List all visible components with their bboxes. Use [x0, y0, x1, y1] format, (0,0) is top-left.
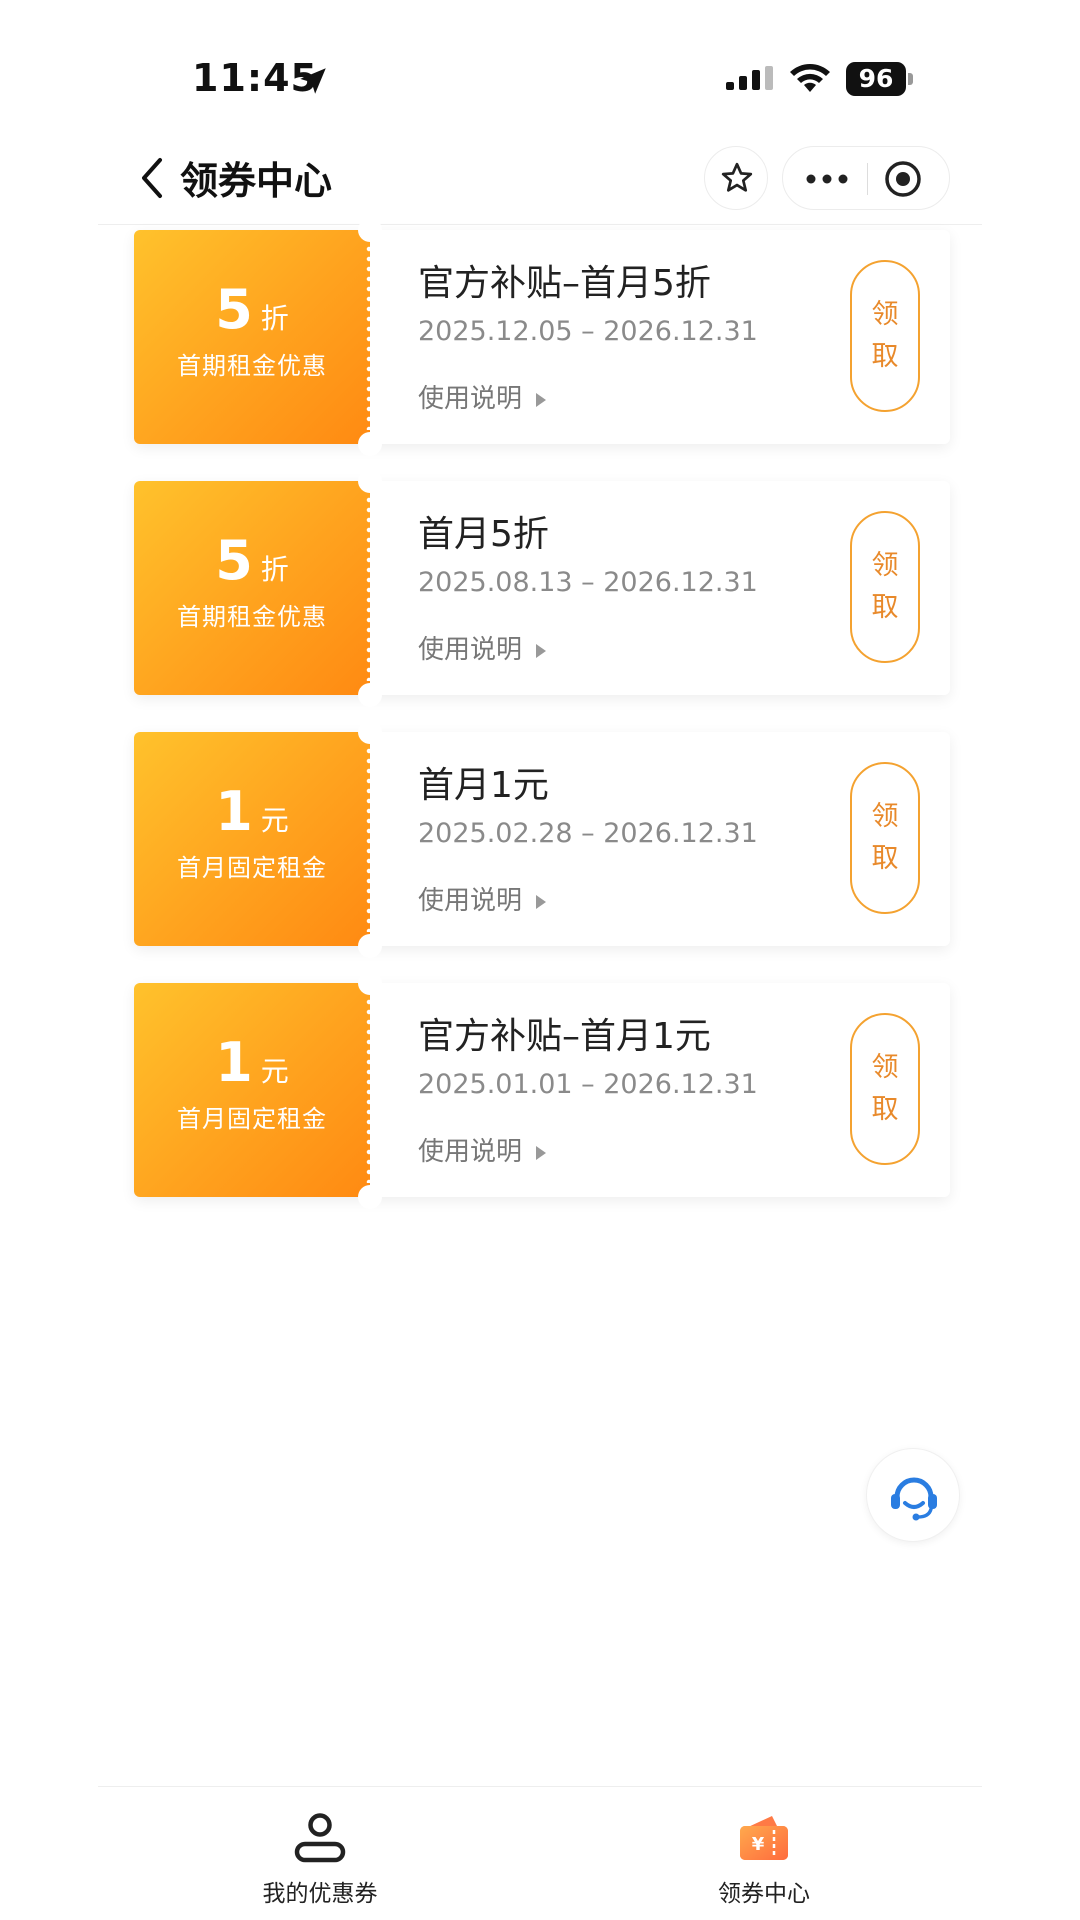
coupon-card: 5折 首期租金优惠 官方补贴–首月5折 2025.12.05 – 2026.12… — [134, 218, 950, 456]
coupon-desc: 首月固定租金 — [177, 1105, 327, 1133]
notch-top — [358, 218, 382, 242]
perforation — [366, 244, 372, 430]
coupon-title: 首月1元 — [418, 765, 549, 806]
ticket-icon: ¥ — [740, 1816, 788, 1860]
user-icon — [294, 1813, 346, 1863]
notch-top — [358, 720, 382, 744]
coupon-title: 官方补贴–首月1元 — [418, 1016, 711, 1057]
usage-link[interactable]: 使用说明 — [418, 1131, 547, 1168]
claim-label-char: 取 — [871, 592, 899, 623]
favorite-button[interactable] — [704, 146, 768, 210]
coupon-unit: 元 — [260, 1055, 289, 1088]
coupon-date: 2025.01.01 – 2026.12.31 — [418, 1069, 758, 1100]
tabbar-divider — [98, 1786, 982, 1787]
claim-button[interactable]: 领 取 — [850, 1013, 920, 1165]
coupon-amount: 1 — [215, 780, 253, 843]
coupon-amount: 1 — [215, 1031, 253, 1094]
signal-icon — [726, 66, 773, 90]
coupon-title: 首月5折 — [418, 514, 549, 555]
coupon-unit: 元 — [260, 804, 289, 837]
battery-tip — [908, 73, 913, 85]
perforation — [366, 495, 372, 681]
headset-icon — [891, 1477, 937, 1521]
tab-my-coupons[interactable]: 我的优惠券 — [220, 1810, 420, 1910]
claim-button[interactable]: 领 取 — [850, 762, 920, 914]
usage-link[interactable]: 使用说明 — [418, 378, 547, 415]
perforation — [366, 746, 372, 932]
coupon-card: 1元 首月固定租金 首月1元 2025.02.28 – 2026.12.31 使… — [134, 720, 950, 958]
tab-label: 领券中心 — [718, 1881, 810, 1907]
claim-label-char: 取 — [871, 1094, 899, 1125]
usage-label: 使用说明 — [418, 384, 523, 414]
coupon-amount-row: 5折 — [134, 533, 370, 589]
usage-label: 使用说明 — [418, 886, 523, 916]
location-arrow-icon — [300, 68, 326, 94]
coupon-value-panel: 5折 首期租金优惠 — [134, 230, 372, 444]
play-arrow-icon — [536, 392, 547, 407]
customer-service-button[interactable] — [866, 1448, 960, 1542]
tab-label: 我的优惠券 — [262, 1881, 378, 1907]
coupon-amount-row: 1元 — [134, 784, 370, 840]
coupon-desc: 首期租金优惠 — [177, 352, 327, 380]
claim-label-char: 领 — [871, 299, 899, 330]
claim-label-char: 领 — [871, 550, 899, 581]
claim-label-char: 取 — [871, 341, 899, 372]
coupon-value-panel: 1元 首月固定租金 — [134, 983, 372, 1197]
wifi-icon — [790, 64, 830, 92]
status-bar: 11:45 96 — [0, 0, 1080, 130]
usage-label: 使用说明 — [418, 1137, 523, 1167]
nav-bar: 领券中心 — [0, 130, 1080, 226]
play-arrow-icon — [536, 643, 547, 658]
svg-text:¥: ¥ — [752, 1834, 765, 1855]
coupon-amount-row: 5折 — [134, 282, 370, 338]
coupon-amount-row: 1元 — [134, 1035, 370, 1091]
usage-label: 使用说明 — [418, 635, 523, 665]
coupon-unit: 折 — [260, 302, 289, 335]
notch-bottom — [358, 934, 382, 958]
coupon-desc: 首月固定租金 — [177, 854, 327, 882]
play-arrow-icon — [536, 1145, 547, 1160]
claim-label-char: 取 — [871, 843, 899, 874]
coupon-title: 官方补贴–首月5折 — [418, 263, 711, 304]
claim-label-char: 领 — [871, 1052, 899, 1083]
back-icon[interactable] — [136, 154, 166, 202]
claim-button[interactable]: 领 取 — [850, 511, 920, 663]
coupon-value-panel: 1元 首月固定租金 — [134, 732, 372, 946]
star-icon — [721, 162, 753, 192]
claim-label-char: 领 — [871, 801, 899, 832]
usage-link[interactable]: 使用说明 — [418, 880, 547, 917]
coupon-amount: 5 — [215, 278, 253, 341]
perforation — [366, 997, 372, 1183]
close-miniprogram-icon[interactable] — [883, 159, 923, 199]
capsule-divider — [867, 163, 868, 195]
page-title: 领券中心 — [180, 159, 333, 203]
coupon-card: 1元 首月固定租金 官方补贴–首月1元 2025.01.01 – 2026.12… — [134, 971, 950, 1209]
notch-top — [358, 971, 382, 995]
coupon-date: 2025.08.13 – 2026.12.31 — [418, 567, 758, 598]
notch-bottom — [358, 1185, 382, 1209]
claim-button[interactable]: 领 取 — [850, 260, 920, 412]
nav-divider — [98, 224, 982, 225]
usage-link[interactable]: 使用说明 — [418, 629, 547, 666]
coupon-card: 5折 首期租金优惠 首月5折 2025.08.13 – 2026.12.31 使… — [134, 469, 950, 707]
more-icon[interactable] — [805, 173, 849, 185]
notch-bottom — [358, 683, 382, 707]
coupon-value-panel: 5折 首期租金优惠 — [134, 481, 372, 695]
tab-coupon-center[interactable]: ¥ 领券中心 — [664, 1810, 864, 1910]
coupon-unit: 折 — [260, 553, 289, 586]
notch-top — [358, 469, 382, 493]
coupon-list: 5折 首期租金优惠 官方补贴–首月5折 2025.12.05 – 2026.12… — [134, 218, 950, 1234]
miniprogram-capsule — [782, 146, 950, 210]
play-arrow-icon — [536, 894, 547, 909]
coupon-date: 2025.12.05 – 2026.12.31 — [418, 316, 758, 347]
coupon-desc: 首期租金优惠 — [177, 603, 327, 631]
battery-icon: 96 — [846, 62, 906, 96]
notch-bottom — [358, 432, 382, 456]
coupon-date: 2025.02.28 – 2026.12.31 — [418, 818, 758, 849]
coupon-amount: 5 — [215, 529, 253, 592]
